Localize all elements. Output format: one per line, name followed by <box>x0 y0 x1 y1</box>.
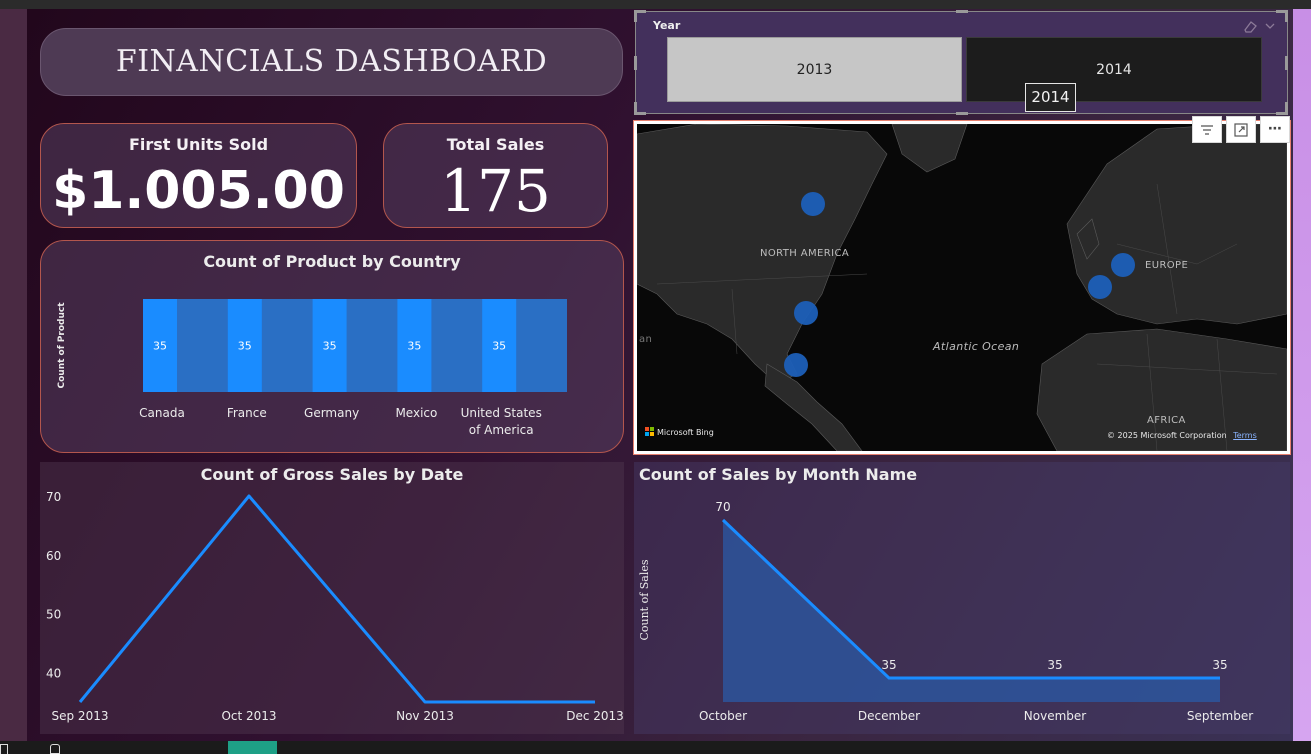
x-tick-label: Dec 2013 <box>566 709 624 723</box>
slicer-header-icons <box>1244 21 1275 33</box>
map-label-north-america: NORTH AMERICA <box>760 248 850 259</box>
data-label: 35 <box>407 340 421 353</box>
kpi-label: First Units Sold <box>128 135 269 154</box>
year-option-2014[interactable]: 2014 <box>966 37 1262 102</box>
page-view-icon[interactable] <box>0 744 8 754</box>
y-tick-label: 50 <box>46 608 61 622</box>
map-copyright: © 2025 Microsoft Corporation <box>1107 431 1227 440</box>
more-options-icon[interactable]: ⋯ <box>1260 116 1290 143</box>
data-label: 70 <box>715 500 730 514</box>
data-label: 35 <box>323 340 337 353</box>
greenland-landmass <box>891 124 968 173</box>
year-slicer[interactable]: Year 2013 2014 <box>634 10 1288 115</box>
chevron-down-icon[interactable] <box>1265 23 1275 29</box>
app-bottom-bar <box>0 741 1311 754</box>
map-bubble <box>1088 275 1112 299</box>
slicer-label: Year <box>653 19 681 32</box>
x-tick-label: November <box>1024 709 1086 723</box>
world-map[interactable] <box>637 124 1287 451</box>
left-pane-strip <box>0 9 27 741</box>
x-tick-label: Oct 2013 <box>221 709 276 723</box>
year-option-2013[interactable]: 2013 <box>667 37 962 102</box>
map-bubble <box>1111 253 1135 277</box>
resize-handle[interactable] <box>634 102 637 114</box>
area-fill <box>723 520 1220 702</box>
microsoft-logo-icon <box>645 427 655 437</box>
area-chart: 70 35 35 35 October December November September… <box>638 500 1253 723</box>
resize-handle[interactable] <box>1285 102 1288 114</box>
map-label-africa: AFRICA <box>1147 415 1186 426</box>
data-view-icon[interactable] <box>50 744 60 754</box>
data-label: 35 <box>1047 658 1062 672</box>
map-visual[interactable]: NORTH AMERICA EUROPE Atlantic Ocean AFRI… <box>633 120 1291 455</box>
kpi-first-units-sold[interactable]: First Units Sold $1.005.00 <box>40 123 357 228</box>
map-bubble <box>784 353 808 377</box>
bar-chart: Count of Product 35 Canada 35 France 35 German… <box>57 299 567 437</box>
x-tick-label: of America <box>469 423 534 437</box>
x-tick-label: Mexico <box>395 406 437 420</box>
line-chart: 70 60 50 40 Sep 2013 Oct 2013 Nov 2013 Dec 2013 <box>46 490 624 723</box>
map-label-atlantic: Atlantic Ocean <box>933 340 1020 353</box>
x-tick-label: Nov 2013 <box>396 709 454 723</box>
map-label-europe: EUROPE <box>1145 260 1189 271</box>
resize-handle[interactable] <box>634 10 637 22</box>
resize-handle[interactable] <box>956 10 968 13</box>
x-tick-label: December <box>858 709 920 723</box>
x-tick-label: United States <box>461 406 542 420</box>
line-series <box>78 494 595 704</box>
map-terms-link[interactable]: Terms <box>1233 431 1257 440</box>
x-tick-label: Sep 2013 <box>52 709 109 723</box>
map-label-partial: an <box>639 334 653 345</box>
focus-mode-icon[interactable] <box>1226 116 1256 143</box>
y-tick-label: 70 <box>46 490 61 504</box>
central-america-landmass <box>764 363 863 451</box>
bing-brand: Microsoft Bing <box>645 427 714 437</box>
data-label: 35 <box>153 340 167 353</box>
resize-handle[interactable] <box>956 112 968 115</box>
kpi-value: 175 <box>440 157 551 225</box>
y-axis-label: Count of Product <box>57 302 67 389</box>
x-tick-label: September <box>1187 709 1253 723</box>
y-tick-label: 40 <box>46 667 61 681</box>
right-pane-strip[interactable] <box>1293 9 1311 741</box>
bing-label: Microsoft Bing <box>657 428 714 437</box>
eraser-icon[interactable] <box>1244 21 1257 33</box>
resize-handle[interactable] <box>1285 56 1288 70</box>
dashboard-title: FINANCIALS DASHBOARD <box>115 44 548 79</box>
app-top-bar <box>0 0 1311 9</box>
x-tick-label: France <box>227 406 267 420</box>
data-label: 35 <box>492 340 506 353</box>
map-attribution: © 2025 Microsoft Corporation Terms <box>1107 431 1257 440</box>
area-chart-panel[interactable]: Count of Sales by Month Name 70 35 35 35 Oct… <box>634 462 1290 734</box>
resize-handle[interactable] <box>634 56 637 70</box>
data-label: 35 <box>1212 658 1227 672</box>
filter-icon[interactable] <box>1192 116 1222 143</box>
y-tick-label: 60 <box>46 549 61 563</box>
map-bubble <box>801 192 825 216</box>
map-bubble <box>794 301 818 325</box>
x-tick-label: Canada <box>139 406 185 420</box>
dashboard-title-card: FINANCIALS DASHBOARD <box>40 28 623 96</box>
x-tick-label: October <box>699 709 747 723</box>
data-label: 35 <box>238 340 252 353</box>
resize-handle[interactable] <box>1285 10 1288 22</box>
x-tick-label: Germany <box>304 406 359 420</box>
kpi-label: Total Sales <box>446 135 545 154</box>
line-chart-panel[interactable]: Count of Gross Sales by Date 70 60 50 40 Sep… <box>40 462 624 734</box>
hover-tooltip: 2014 <box>1025 83 1076 112</box>
kpi-total-sales[interactable]: Total Sales 175 <box>383 123 608 228</box>
page-tab-active[interactable] <box>228 741 277 754</box>
y-axis-label: Count of Sales <box>638 559 651 640</box>
bar-chart-card[interactable]: Count of Product by Country Count of Pro… <box>40 240 624 453</box>
data-label: 35 <box>881 658 896 672</box>
kpi-value: $1.005.00 <box>52 161 345 221</box>
